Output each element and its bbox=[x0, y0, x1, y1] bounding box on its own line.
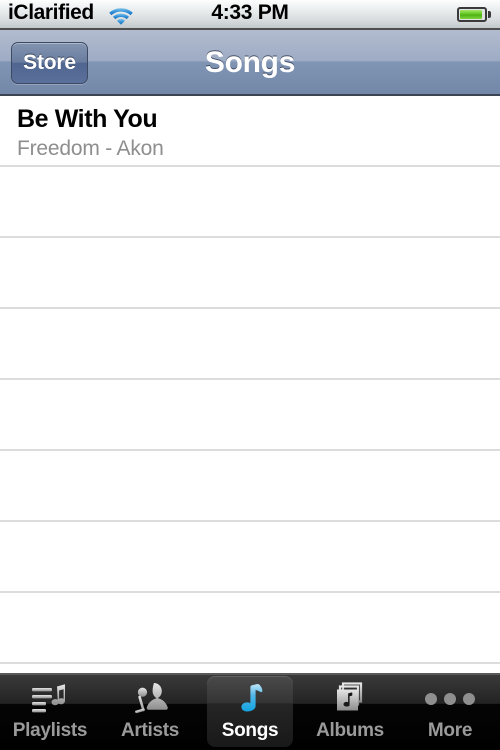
status-time: 4:33 PM bbox=[0, 1, 500, 25]
dot-3 bbox=[463, 693, 475, 705]
music-note-icon bbox=[227, 680, 273, 718]
iphone-music-app-screen: iClarified 4:33 PM Store So bbox=[0, 0, 500, 750]
tab-label: Artists bbox=[121, 720, 179, 742]
more-dots-icon bbox=[427, 680, 473, 718]
song-subtitle: Freedom - Akon bbox=[17, 136, 483, 162]
artists-icon bbox=[127, 680, 173, 718]
battery-cap bbox=[488, 11, 491, 18]
tab-bar: Playlists Artists bbox=[0, 673, 500, 750]
table-row[interactable] bbox=[0, 309, 500, 380]
navigation-bar: Store Songs bbox=[0, 30, 500, 96]
tab-songs[interactable]: Songs bbox=[200, 675, 300, 750]
dot-1 bbox=[425, 693, 437, 705]
song-list[interactable]: Be With You Freedom - Akon bbox=[0, 96, 500, 673]
battery-fill bbox=[460, 10, 482, 19]
tab-playlists[interactable]: Playlists bbox=[0, 675, 100, 750]
tab-label: More bbox=[428, 720, 472, 742]
tab-label: Playlists bbox=[13, 720, 87, 742]
table-row[interactable]: Be With You Freedom - Akon bbox=[0, 96, 500, 167]
page-title: Songs bbox=[0, 46, 500, 80]
table-row[interactable] bbox=[0, 593, 500, 664]
table-row[interactable] bbox=[0, 167, 500, 238]
tab-label: Songs bbox=[222, 720, 279, 742]
table-row[interactable] bbox=[0, 451, 500, 522]
tab-label: Albums bbox=[316, 720, 384, 742]
table-row[interactable] bbox=[0, 238, 500, 309]
tab-artists[interactable]: Artists bbox=[100, 675, 200, 750]
table-row[interactable] bbox=[0, 380, 500, 451]
tab-albums[interactable]: Albums bbox=[300, 675, 400, 750]
table-row[interactable] bbox=[0, 522, 500, 593]
status-bar: iClarified 4:33 PM bbox=[0, 0, 500, 30]
battery-body bbox=[457, 7, 487, 22]
albums-icon bbox=[327, 680, 373, 718]
song-title: Be With You bbox=[17, 105, 483, 134]
playlists-icon bbox=[27, 680, 73, 718]
battery-icon bbox=[457, 7, 491, 22]
tab-more[interactable]: More bbox=[400, 675, 500, 750]
dot-2 bbox=[444, 693, 456, 705]
